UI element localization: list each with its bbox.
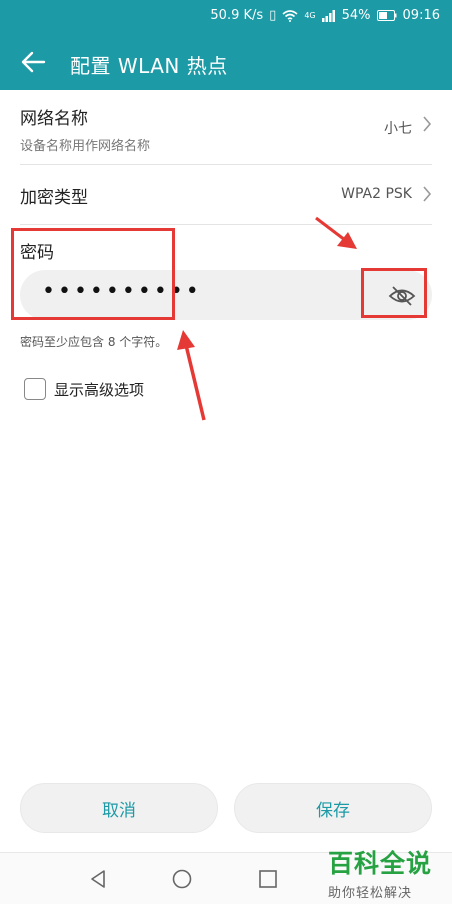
wifi-icon bbox=[282, 9, 298, 22]
battery-icon bbox=[376, 10, 397, 21]
network-name-subtitle: 设备名称用作网络名称 bbox=[20, 139, 151, 154]
password-hint: 密码至少应包含 8 个字符。 bbox=[20, 335, 168, 349]
watermark-main: 百科全说 bbox=[328, 849, 433, 878]
advanced-options-checkbox[interactable] bbox=[24, 378, 46, 400]
battery-percent: 54% bbox=[341, 8, 371, 23]
back-button[interactable] bbox=[16, 44, 52, 80]
app-bar: 配置 WLAN 热点 bbox=[0, 34, 452, 90]
network-name-row[interactable]: 网络名称 设备名称用作网络名称 小七 bbox=[20, 104, 432, 164]
annotation-arrow-password bbox=[184, 344, 206, 421]
network-name-title: 网络名称 bbox=[20, 109, 88, 129]
signal-icon bbox=[321, 9, 335, 22]
encryption-value: WPA2 PSK bbox=[341, 186, 412, 202]
chevron-right-icon bbox=[422, 184, 432, 208]
network-speed: 50.9 K/s bbox=[210, 8, 264, 23]
arrow-left-icon bbox=[21, 51, 46, 73]
network-badge: 4G bbox=[304, 11, 316, 20]
vibrate-icon: ▯ bbox=[269, 8, 277, 23]
network-name-value: 小七 bbox=[384, 121, 412, 137]
clock: 09:16 bbox=[402, 8, 440, 23]
nav-back-icon[interactable] bbox=[86, 867, 110, 891]
divider bbox=[20, 224, 432, 225]
chevron-right-icon bbox=[422, 114, 432, 138]
annotation-arrowhead-password bbox=[177, 330, 195, 350]
nav-home-icon[interactable] bbox=[170, 867, 194, 891]
nav-recents-icon[interactable] bbox=[256, 867, 280, 891]
save-button[interactable]: 保存 bbox=[234, 783, 432, 833]
encryption-row[interactable]: 加密类型 WPA2 PSK bbox=[20, 164, 432, 224]
page-title: 配置 WLAN 热点 bbox=[70, 54, 228, 78]
annotation-box-password bbox=[11, 228, 175, 320]
cancel-button[interactable]: 取消 bbox=[20, 783, 218, 833]
watermark-sub: 助你轻松解决 bbox=[328, 886, 413, 901]
status-bar: 50.9 K/s ▯ 4G 54% 09:16 bbox=[0, 0, 452, 34]
advanced-options-label: 显示高级选项 bbox=[54, 380, 145, 399]
advanced-options-row[interactable]: 显示高级选项 bbox=[24, 378, 144, 400]
annotation-box-eye bbox=[361, 268, 427, 318]
watermark-logo: 百科全说 助你轻松解决 bbox=[328, 844, 448, 901]
